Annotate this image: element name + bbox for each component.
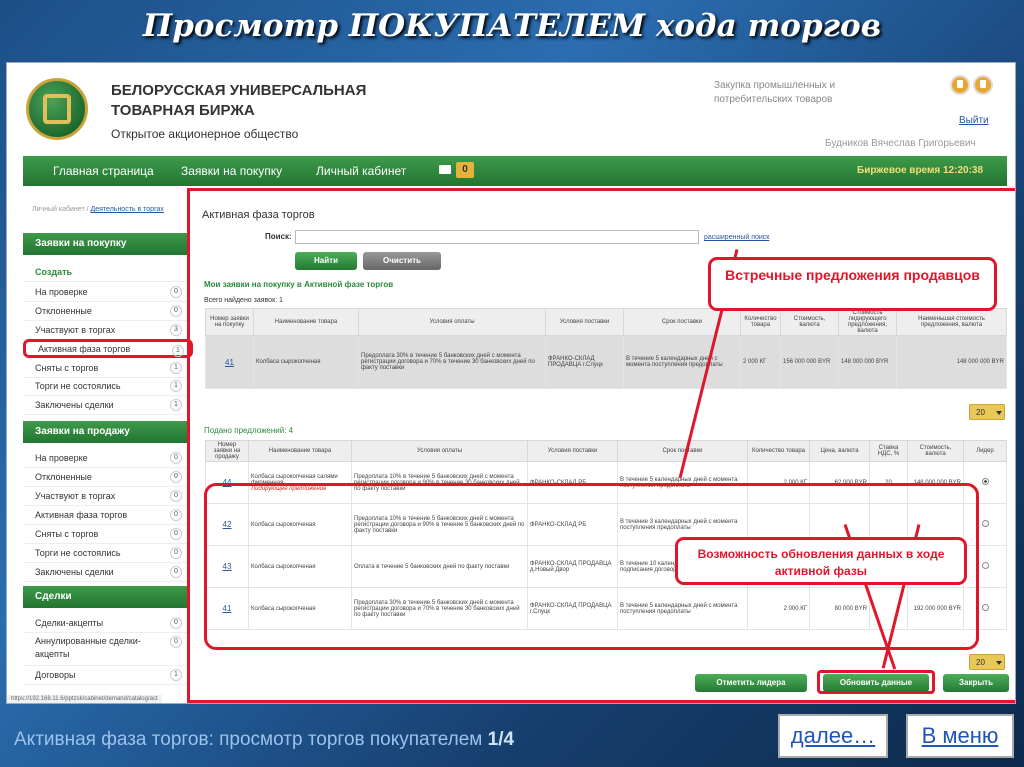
sidebar-item-sell-withdrawn[interactable]: Сняты с торгов 0 — [23, 525, 188, 544]
leader-radio[interactable] — [981, 478, 989, 485]
org-name-line2: ТОВАРНАЯ БИРЖА — [111, 102, 255, 119]
bid-leader-cost: 148 000 000 BYR — [838, 335, 897, 389]
mail-count-badge[interactable]: 0 — [456, 162, 474, 178]
sidebar-item-buy-checking[interactable]: На проверке 0 — [23, 283, 188, 302]
leader-radio[interactable] — [981, 604, 989, 611]
col-header: Номер заявки на продажу — [205, 440, 249, 462]
sidebar-item-deal-annulled[interactable]: Аннулированные сделки-акцепты 0 — [23, 633, 188, 666]
my-bids-title: Мои заявки на покупку в Активной фазе то… — [204, 280, 394, 289]
close-button[interactable]: Закрыть — [943, 674, 1009, 692]
counter-offers-callout: Встречные предложения продавцов — [708, 257, 997, 311]
bid-term: В течение 5 календарных дней с момента п… — [623, 335, 741, 389]
nav-home[interactable]: Главная страница — [53, 164, 154, 178]
leader-radio[interactable] — [981, 562, 989, 569]
search-input[interactable] — [295, 230, 699, 244]
breadcrumb-current[interactable]: Деятельность в торгах — [91, 206, 164, 213]
col-header: Наименование товара — [248, 440, 352, 462]
slide-page-number: 1/4 — [487, 729, 515, 750]
nav-cabinet[interactable]: Личный кабинет — [316, 164, 406, 178]
sidebar-item-buy-failed[interactable]: Торги не состоялись 1 — [23, 377, 188, 396]
update-data-callout: Возможность обновления данных в ходе акт… — [675, 537, 967, 585]
menu-button[interactable]: В меню — [906, 714, 1014, 758]
sidebar-item-deal-accepts[interactable]: Сделки-акцепты 0 — [23, 614, 188, 633]
leader-radio[interactable] — [981, 520, 989, 527]
offers-count-title: Подано предложений: 4 — [204, 426, 294, 435]
page-title: Активная фаза торгов — [202, 209, 315, 221]
col-header: Условия оплаты — [351, 440, 528, 462]
bid-cost: 156 000 000 BYR — [780, 335, 839, 389]
slide-caption: Активная фаза торгов: просмотр торгов по… — [14, 729, 515, 750]
sidebar-item-sell-rejected[interactable]: Отклоненные 0 — [23, 468, 188, 487]
col-header: Срок поставки — [623, 308, 741, 336]
sidebar-sell-head[interactable]: Заявки на продажу — [23, 421, 188, 443]
page-size-select-bottom[interactable]: 20 — [969, 654, 1005, 670]
sidebar-create[interactable]: Создать — [23, 263, 188, 282]
mail-icon[interactable] — [439, 165, 451, 174]
mark-leader-button[interactable]: Отметить лидера — [695, 674, 807, 692]
bid-payment: Предоплата 30% в течение 5 банковских дн… — [358, 335, 546, 389]
main-nav: Главная страница Заявки на покупку Личны… — [23, 156, 1007, 186]
found-count: Всего найдено заявок: 1 — [204, 297, 283, 304]
col-header: Наименование товара — [253, 308, 359, 336]
sidebar-item-buy-active-phase[interactable]: Активная фаза торгов 1 — [23, 339, 193, 358]
col-header: Номер заявки на покупку — [205, 308, 254, 336]
next-slide-button[interactable]: далее… — [778, 714, 888, 758]
sidebar-item-buy-rejected[interactable]: Отклоненные 0 — [23, 302, 188, 321]
sidebar-item-buy-withdrawn[interactable]: Сняты с торгов 1 — [23, 359, 188, 378]
sidebar-item-sell-deals[interactable]: Заключены сделки 0 — [23, 563, 188, 582]
breadcrumb: Личный кабинет / Деятельность в торгах — [32, 206, 164, 213]
page-size-select[interactable]: 20 — [969, 404, 1005, 420]
sidebar-item-buy-deals[interactable]: Заключены сделки 1 — [23, 396, 188, 415]
bid-delivery: ФРАНКО-СКЛАД ПРОДАВЦА г.Слуцк — [545, 335, 624, 389]
status-bar-url: https://192.168.11.6/pptzsk/cabinet/dema… — [7, 695, 162, 703]
col-header: Наименьшая стоимость предложения, валюта — [896, 308, 1007, 336]
col-header: Стоимость лидирующего предложения, валют… — [838, 308, 897, 336]
slide-title: Просмотр ПОКУПАТЕЛЕМ хода торгов — [142, 8, 882, 44]
table-row[interactable]: 41 Колбаса сырокопченая Предоплата 30% в… — [205, 335, 1007, 389]
col-header: Количество товара — [740, 308, 781, 336]
org-type: Открытое акционерное общество — [111, 127, 299, 141]
search-label: Поиск: — [265, 232, 292, 241]
col-header: Цена, валюта — [809, 440, 870, 462]
bid-qty: 2 000 КГ — [740, 335, 781, 389]
find-button[interactable]: Найти — [295, 252, 357, 270]
col-header: Стоимость, валюта — [907, 440, 964, 462]
col-header: Количество товара — [747, 440, 810, 462]
advanced-search-link[interactable]: расширенный поиск — [704, 234, 769, 241]
sidebar-item-buy-trading[interactable]: Участвуют в торгах 3 — [23, 321, 188, 340]
col-header: Стоимость, валюта — [780, 308, 839, 336]
clear-button[interactable]: Очистить — [363, 252, 441, 270]
my-bids-table: Номер заявки на покупку Наименование тов… — [205, 308, 1007, 389]
user-name: Будников Вячеслав Григорьевич — [825, 138, 976, 149]
col-header: Условия оплаты — [358, 308, 546, 336]
sidebar-buy-head[interactable]: Заявки на покупку — [23, 233, 188, 255]
org-name-line1: БЕЛОРУССКАЯ УНИВЕРСАЛЬНАЯ — [111, 82, 367, 99]
col-header: Лидер — [963, 440, 1007, 462]
sidebar-item-contracts[interactable]: Договоры 1 — [23, 666, 188, 685]
help-icon[interactable] — [973, 75, 993, 95]
nav-buy-requests[interactable]: Заявки на покупку — [181, 164, 282, 178]
bid-number-link[interactable]: 41 — [225, 358, 234, 367]
col-header: Ставка НДС, % — [869, 440, 908, 462]
col-header: Условия поставки — [545, 308, 624, 336]
update-button-highlight — [817, 670, 935, 694]
exchange-time: Биржевое время 12:20:38 — [857, 165, 984, 176]
sidebar-item-sell-failed[interactable]: Торги не состоялись 0 — [23, 544, 188, 563]
sidebar-item-sell-active-phase[interactable]: Активная фаза торгов 0 — [23, 506, 188, 525]
breadcrumb-home[interactable]: Личный кабинет / — [32, 206, 91, 213]
sidebar-deals-head[interactable]: Сделки — [23, 586, 188, 608]
sidebar-item-sell-trading[interactable]: Участвуют в торгах 0 — [23, 487, 188, 506]
app-screenshot: БЕЛОРУССКАЯ УНИВЕРСАЛЬНАЯ ТОВАРНАЯ БИРЖА… — [6, 62, 1016, 704]
print-icon[interactable] — [950, 75, 970, 95]
purchase-section-label: Закупка промышленных и потребительских т… — [714, 80, 836, 105]
exchange-logo — [26, 78, 88, 140]
bid-product: Колбаса сырокопченая — [253, 335, 359, 389]
bid-min-cost: 148 000 000 BYR — [896, 335, 1007, 389]
logout-link[interactable]: Выйти — [959, 115, 989, 126]
sidebar-item-sell-checking[interactable]: На проверке 0 — [23, 449, 188, 468]
col-header: Условия поставки — [527, 440, 618, 462]
